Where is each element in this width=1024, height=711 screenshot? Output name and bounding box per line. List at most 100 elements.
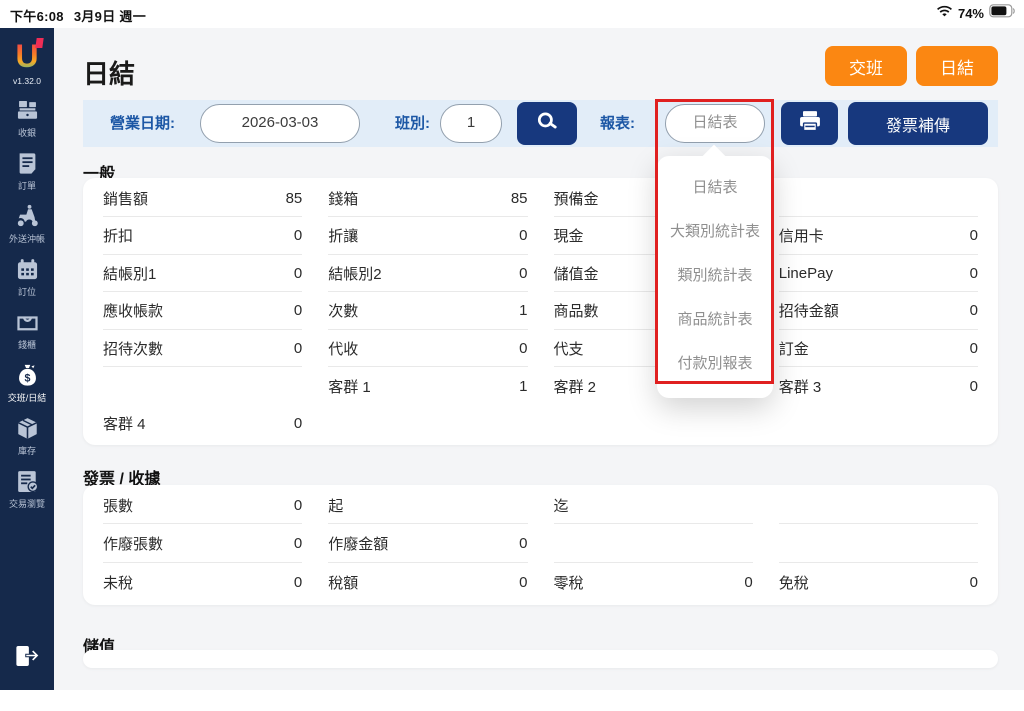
search-button[interactable]: [517, 102, 577, 145]
printer-icon: [796, 107, 824, 140]
cell-label: 客群 3: [779, 376, 822, 397]
report-dropdown-option[interactable]: 日結表: [657, 166, 773, 210]
shift-button[interactable]: 交班: [825, 46, 907, 86]
table-cell: 銷售額85: [103, 180, 302, 217]
delivery-icon: [14, 203, 41, 230]
cell-label: 客群 2: [554, 376, 597, 397]
cell-label: 作廢張數: [103, 533, 163, 554]
table-cell: 稅額0: [328, 564, 527, 601]
business-date-input[interactable]: 2026-03-03: [200, 104, 360, 143]
invoice-table: 張數0起迄作廢張數0作廢金額0未稅0稅額0零稅0免稅0: [83, 485, 998, 605]
cell-value: 0: [294, 574, 302, 591]
svg-text:$: $: [24, 372, 30, 384]
table-cell: 次數1: [328, 293, 527, 330]
table-cell: 客群 40: [103, 405, 302, 442]
wifi-icon: [936, 4, 953, 23]
cell-label: 應收帳款: [103, 300, 163, 321]
daily-close-icon: $: [14, 362, 41, 389]
print-button[interactable]: [781, 102, 838, 145]
report-dropdown-menu: 日結表大類別統計表類別統計表商品統計表付款別報表: [657, 156, 773, 398]
cell-value: 0: [294, 302, 302, 319]
sidebar-item-label: 錢櫃: [18, 338, 36, 351]
cell-label: 作廢金額: [328, 533, 388, 554]
page-title: 日結: [83, 54, 135, 91]
shift-input[interactable]: 1: [440, 104, 502, 143]
sidebar-item-label: 訂位: [18, 285, 36, 298]
order-icon: [14, 150, 41, 177]
cell-label: 招待金額: [779, 300, 839, 321]
cell-label: 次數: [328, 300, 358, 321]
cell-value: 0: [970, 302, 978, 319]
invoice-resend-button[interactable]: 發票補傳: [848, 102, 988, 145]
cell-value: 0: [294, 265, 302, 282]
table-cell: 代收 0: [328, 330, 527, 367]
report-dropdown-option[interactable]: 商品統計表: [657, 298, 773, 342]
main-content: 日結 交班 日結 營業日期: 2026-03-03 班別: 1 報表: 日結表 …: [54, 28, 1024, 690]
table-cell: 起: [328, 487, 527, 524]
cell-label: 張數: [103, 495, 133, 516]
report-select[interactable]: 日結表: [665, 104, 765, 143]
cell-value: 0: [970, 340, 978, 357]
cell-value: 0: [970, 574, 978, 591]
table-cell: 作廢金額0: [328, 526, 527, 563]
report-dropdown-option[interactable]: 大類別統計表: [657, 210, 773, 254]
sidebar-item-label: 庫存: [18, 444, 36, 457]
table-cell: 折扣0: [103, 218, 302, 255]
sidebar-item-transactions[interactable]: 交易瀏覽: [0, 468, 54, 510]
table-cell: 招待次數 0: [103, 330, 302, 367]
sidebar-item-daily-close[interactable]: $交班/日結: [0, 362, 54, 404]
table-cell: 招待金額 0: [779, 293, 978, 330]
cell-label: 招待次數: [103, 338, 163, 359]
cell-value: 0: [970, 378, 978, 395]
cell-label: 結帳別1: [103, 263, 156, 284]
reservation-icon: [14, 256, 41, 283]
table-cell: 訂金0: [779, 330, 978, 367]
table-cell: 結帳別20: [328, 255, 527, 292]
battery-percent: 74%: [958, 6, 984, 21]
status-date: 3月9日 週一: [74, 9, 146, 24]
cell-label: 稅額: [328, 572, 358, 593]
report-dropdown-option[interactable]: 類別統計表: [657, 254, 773, 298]
cell-value: 0: [294, 340, 302, 357]
cash-drawer-icon: [14, 309, 41, 336]
cell-label: 零稅: [554, 572, 584, 593]
sidebar-item-label: 外送沖帳: [9, 232, 45, 245]
table-cell: LinePay0: [779, 255, 978, 292]
cell-label: 現金: [554, 225, 584, 246]
cell-value: 0: [294, 415, 302, 432]
daily-close-button[interactable]: 日結: [916, 46, 998, 86]
table-cell: 未稅0: [103, 564, 302, 601]
cell-value: 0: [519, 340, 527, 357]
cell-label: 錢箱: [328, 188, 358, 209]
cell-label: 結帳別2: [328, 263, 381, 284]
table-cell: [554, 526, 753, 563]
sidebar-item-order[interactable]: 訂單: [0, 150, 54, 192]
table-cell: 客群 11: [328, 368, 527, 405]
cell-value: 0: [294, 535, 302, 552]
sidebar-item-label: 訂單: [18, 179, 36, 192]
cell-label: 迄: [554, 495, 569, 516]
sidebar-item-delivery[interactable]: 外送沖帳: [0, 203, 54, 245]
sidebar: U v1.32.0 收銀訂單外送沖帳訂位錢櫃$交班/日結庫存交易瀏覽: [0, 28, 54, 690]
status-time: 下午6:08: [10, 9, 64, 24]
app-version: v1.32.0: [13, 76, 41, 86]
sidebar-item-reservation[interactable]: 訂位: [0, 256, 54, 298]
table-cell: 零稅 0: [554, 564, 753, 601]
sidebar-item-cash-drawer[interactable]: 錢櫃: [0, 309, 54, 351]
logout-icon[interactable]: [12, 641, 42, 676]
cell-value: 0: [744, 574, 752, 591]
cell-label: 商品數: [554, 300, 599, 321]
table-cell: [779, 180, 978, 217]
report-dropdown-option[interactable]: 付款別報表: [657, 342, 773, 386]
sidebar-item-cash-register[interactable]: 收銀: [0, 97, 54, 139]
status-datetime: 下午6:08 3月9日 週一: [10, 6, 156, 25]
sidebar-item-label: 交易瀏覽: [9, 497, 45, 510]
table-cell-empty: [103, 368, 302, 405]
sidebar-item-inventory[interactable]: 庫存: [0, 415, 54, 457]
cell-label: 折扣: [103, 225, 133, 246]
table-cell: [779, 526, 978, 563]
cell-value: 0: [294, 497, 302, 514]
cell-label: 代收: [328, 338, 358, 359]
table-cell: 迄: [554, 487, 753, 524]
filter-bar: 營業日期: 2026-03-03 班別: 1 報表: 日結表 發票補傳: [83, 100, 998, 147]
